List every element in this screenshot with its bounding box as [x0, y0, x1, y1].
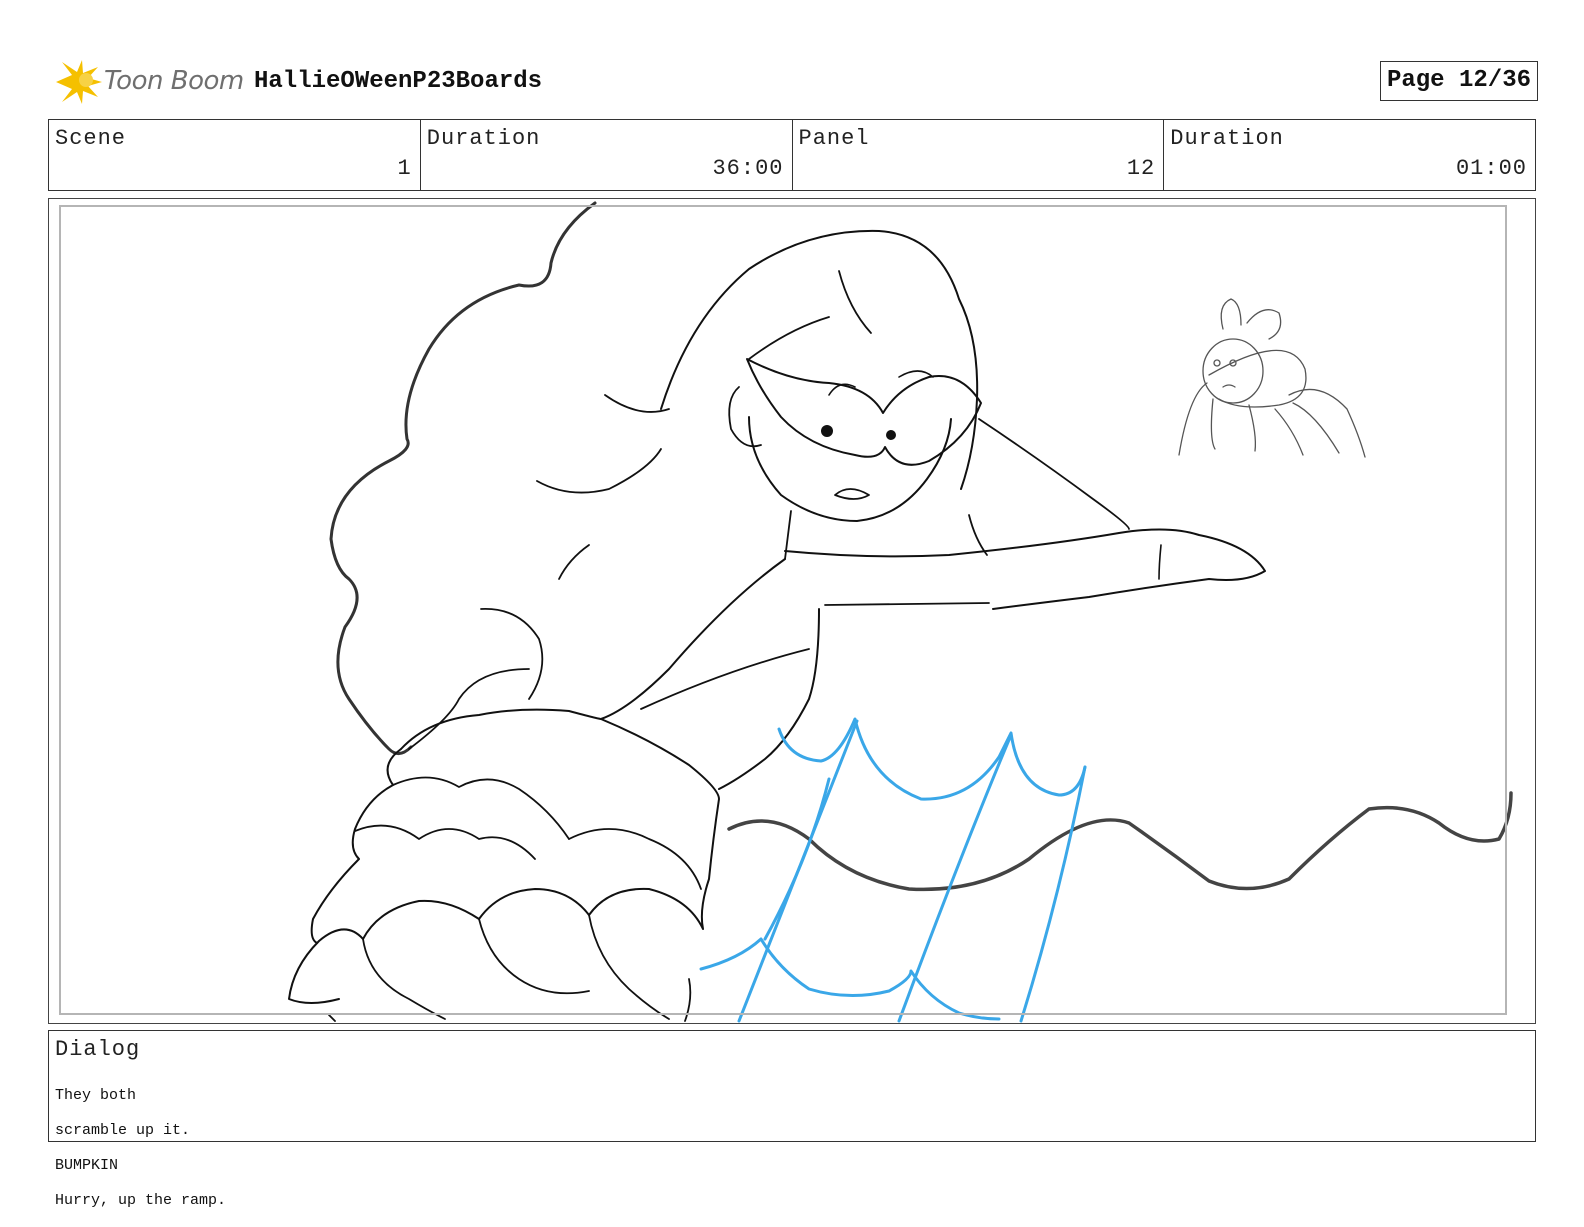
arm-upper: [784, 528, 1266, 610]
panel-value: 12: [1126, 156, 1156, 181]
panel-sketch-illustration: [288, 201, 1513, 1023]
scene-duration-label: Duration: [426, 126, 541, 151]
spider-sketch: [1178, 298, 1366, 458]
panel-duration-label: Duration: [1170, 126, 1284, 151]
logo-text: Toon Boom: [104, 66, 244, 96]
hair-outline-back: [329, 201, 597, 755]
scene-duration-cell: Duration 36:00: [421, 120, 793, 190]
panel-duration-cell: Duration 01:00: [1164, 120, 1535, 190]
dialog-line: They both: [55, 1086, 137, 1104]
face-outline: [748, 416, 952, 522]
body-outline: [600, 558, 786, 720]
ramp-line-4: [1019, 765, 1087, 1023]
storyboard-header: Toon Boom HallieOWeenP23Boards Page 12/3…: [52, 58, 1538, 106]
head-hair: [660, 229, 979, 490]
dialog-line: Hurry, up the ramp.: [55, 1191, 227, 1209]
dialog-label: Dialog: [55, 1037, 141, 1062]
page-number: Page 12/36: [1379, 61, 1538, 101]
panel-cell: Panel 12: [793, 120, 1165, 190]
panel-duration-value: 01:00: [1455, 156, 1527, 181]
mouth: [834, 488, 870, 500]
scene-duration-value: 36:00: [712, 156, 784, 181]
ground-line: [727, 791, 1513, 892]
dialog-box: Dialog They both scramble up it. BUMPKIN…: [48, 1030, 1536, 1209]
scene-label: Scene: [55, 126, 127, 151]
panel-label: Panel: [798, 126, 870, 151]
project-title: HallieOWeenP23Boards: [254, 68, 543, 95]
dialog-line: scramble up it.: [55, 1121, 191, 1139]
ramp-line-2: [763, 777, 831, 941]
mask-outline: [746, 358, 982, 466]
starburst-logo-icon: [56, 60, 102, 104]
dialog-line: BUMPKIN: [55, 1156, 119, 1174]
toon-boom-logo: Toon Boom: [52, 58, 252, 106]
water-wave-top: [777, 717, 1087, 801]
storyboard-panel: [48, 198, 1536, 1024]
scene-cell: Scene 1: [49, 120, 421, 190]
ruffle-skirt: [288, 708, 720, 1004]
dialog-text: They both scramble up it. BUMPKIN Hurry,…: [55, 1069, 226, 1227]
scene-value: 1: [397, 156, 412, 181]
scene-info-table: Scene 1 Duration 36:00 Panel 12 Duration…: [48, 119, 1536, 191]
